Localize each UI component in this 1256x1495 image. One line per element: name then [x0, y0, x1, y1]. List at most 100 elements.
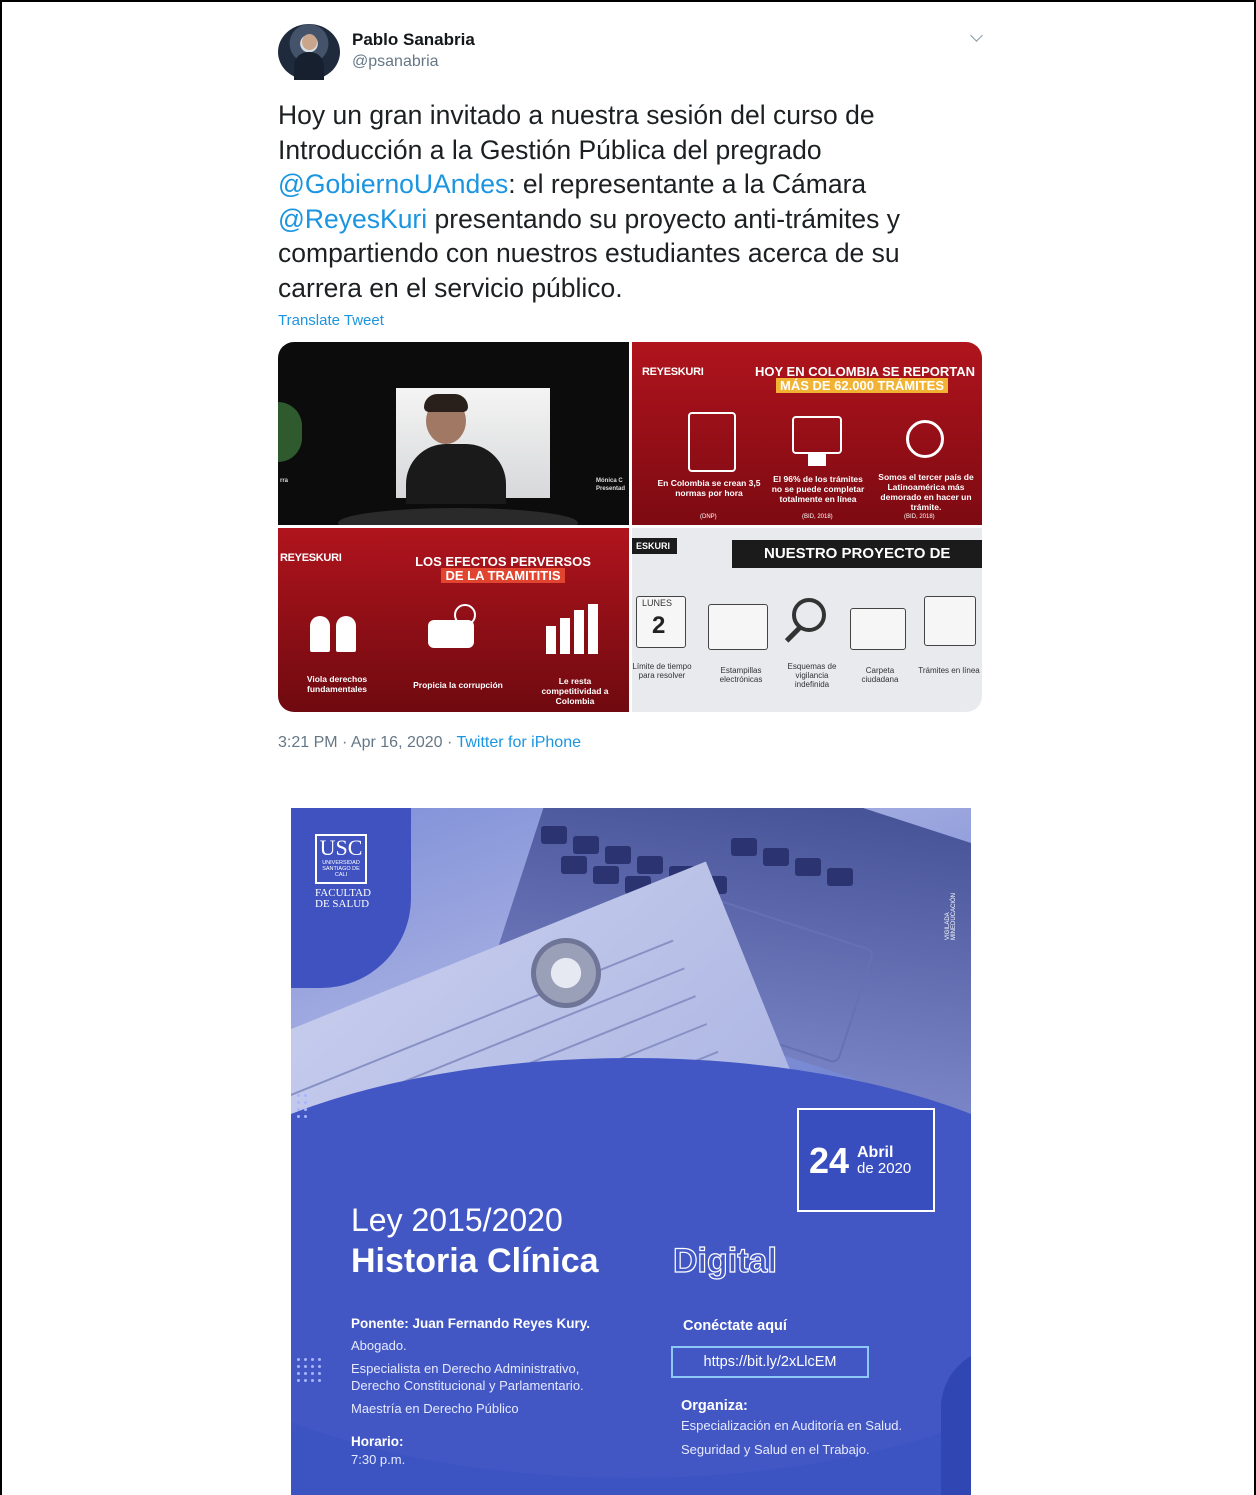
project-item-label: Trámites en línea: [918, 666, 980, 675]
effect-caption: Propicia la corrupción: [413, 680, 503, 690]
project-item-label: Esquemas de vigilancia indefinida: [787, 662, 837, 689]
tweet-source-link[interactable]: Twitter for iPhone: [456, 734, 581, 751]
browser-window-icon: [924, 596, 976, 646]
mention-reyeskuri[interactable]: @ReyesKuri: [278, 204, 427, 234]
desk-shadow: [338, 508, 578, 525]
magnifier-handle: [784, 626, 802, 643]
stamp-wifi-icon: [708, 604, 768, 650]
project-item-label: Límite de tiempo para resolver: [632, 662, 692, 680]
organizer-detail: Especialización en Auditoría en Salud.: [681, 1418, 903, 1433]
calendar-day-number: 2: [652, 612, 666, 639]
slide-headline-highlight: DE LA TRAMITITIS: [428, 568, 578, 583]
slide-headline: LOS EFECTOS PERVERSOS: [415, 554, 591, 569]
keyboard-key: [593, 866, 619, 884]
tweet-meta: 3:21 PM · Apr 16, 2020 · Twitter for iPh…: [278, 734, 581, 752]
bar-chart-icon: [560, 618, 570, 654]
keyboard-key: [827, 868, 853, 886]
event-date: 24 Abril de 2020: [797, 1108, 935, 1212]
event-day: 24: [809, 1140, 850, 1181]
calendar-day-label: LUNES: [642, 598, 673, 608]
person-icon: [336, 616, 356, 652]
connect-label: Conéctate aquí: [683, 1318, 787, 1334]
tweet-text-part: Hoy un gran invitado a nuestra sesión de…: [278, 100, 875, 165]
event-poster: USC UNIVERSIDAD SANTIAGO DE CALI FACULTA…: [291, 808, 971, 1495]
schedule-label: Horario:: [351, 1434, 404, 1449]
stat-caption: Somos el tercer país de Latinoamérica má…: [878, 472, 974, 512]
stat-caption: En Colombia se crean 3,5 normas por hora: [657, 478, 761, 498]
clock-icon: [906, 420, 944, 458]
tweet-text: Hoy un gran invitado a nuestra sesión de…: [278, 98, 978, 306]
media-image-videocall[interactable]: rra Mónica C Presentad: [278, 342, 629, 525]
media-image-slide-tramites[interactable]: REYESKURI HOY EN COLOMBIA SE REPORTAN MÁ…: [632, 342, 982, 525]
side-thumbnail: [278, 402, 302, 462]
author-name[interactable]: Pablo Sanabria: [352, 30, 475, 50]
faculty-line: DE SALUD: [315, 898, 370, 910]
keyboard-key: [763, 848, 789, 866]
bar-chart-icon: [574, 610, 584, 654]
poster-title-outline: Digital: [672, 1241, 777, 1280]
vigilada-label: VIGILADA MINEDUCACIÓN: [945, 892, 957, 940]
stat-source: (DNP): [700, 514, 717, 520]
slide-headline: HOY EN COLOMBIA SE REPORTAN: [754, 364, 976, 379]
stat-caption: El 96% de los trámites no se puede compl…: [771, 474, 865, 504]
stat-source: (BID, 2018): [802, 514, 833, 520]
computer-icon: [792, 416, 842, 454]
media-image-slide-tramititis[interactable]: REYESKURI LOS EFECTOS PERVERSOS DE LA TR…: [278, 528, 629, 712]
video-left-label: rra: [280, 478, 289, 484]
organizer-label: Organiza:: [681, 1398, 748, 1414]
author-handle[interactable]: @psanabria: [352, 53, 439, 71]
project-item-label: Estampillas electrónicas: [719, 666, 763, 684]
law-label: Ley 2015/2020: [351, 1202, 563, 1238]
participant-hair: [424, 394, 468, 412]
slide-headline-highlight: MÁS DE 62.000 TRÁMITES: [772, 378, 952, 393]
tweet-timestamp[interactable]: 3:21 PM · Apr 16, 2020 ·: [278, 734, 456, 751]
speaker-detail: Abogado.: [351, 1338, 407, 1353]
reyeskuri-logo: ESKURI: [632, 538, 677, 554]
video-participant: [396, 388, 550, 504]
usc-logo: USC UNIVERSIDAD SANTIAGO DE CALI: [315, 834, 367, 884]
reyeskuri-logo: REYESKURI: [642, 366, 704, 378]
person-icon: [310, 616, 330, 652]
documents-icon: [688, 412, 736, 472]
event-year: de 2020: [857, 1160, 912, 1177]
effect-caption: Viola derechos fundamentales: [306, 674, 368, 694]
usc-logo-text: USC: [319, 835, 363, 860]
chevron-down-icon[interactable]: [964, 26, 988, 50]
media-image-slide-proyecto[interactable]: ESKURI NUESTRO PROYECTO DE LUNES 2 Límit…: [632, 528, 982, 712]
translate-tweet-link[interactable]: Translate Tweet: [278, 312, 384, 329]
stat-source: (BID, 2018): [904, 514, 935, 520]
keyboard-key: [731, 838, 757, 856]
slide-banner: NUESTRO PROYECTO DE: [732, 540, 982, 568]
coin-icon: [454, 604, 476, 626]
tweet-text-part: : el representante a la Cámara: [508, 169, 867, 200]
organizer-detail: Seguridad y Salud en el Trabajo.: [681, 1442, 870, 1457]
keyboard-key: [561, 856, 587, 874]
keyboard-key: [605, 846, 631, 864]
avatar[interactable]: [278, 24, 340, 80]
reyeskuri-logo: REYESKURI: [280, 552, 342, 564]
effect-caption: Le resta competitividad a Colombia: [541, 676, 609, 706]
video-right-label: Mónica C: [596, 478, 623, 484]
keyboard-key: [795, 858, 821, 876]
computer-stand: [808, 454, 826, 466]
decor-dots: [297, 1094, 307, 1118]
media-grid: rra Mónica C Presentad REYESKURI HOY EN …: [278, 342, 982, 712]
event-link[interactable]: https://bit.ly/2xLlcEM: [671, 1346, 869, 1378]
decor-dots: [297, 1358, 321, 1382]
keyboard-key: [541, 826, 567, 844]
project-item-label: Carpeta ciudadana: [861, 666, 899, 684]
speaker-detail: Especialista en Derecho Administrativo,: [351, 1361, 580, 1376]
avatar-head: [302, 34, 317, 50]
bar-chart-icon: [588, 604, 598, 654]
poster-title: Historia Clínica: [351, 1242, 599, 1280]
participant-body: [406, 444, 506, 504]
avatar-torso: [294, 52, 324, 80]
speaker-detail: Maestría en Derecho Público: [351, 1401, 519, 1416]
faculty-label: FACULTAD DE SALUD: [315, 888, 371, 910]
mention-gobiernouandes[interactable]: @GobiernoUAndes: [278, 169, 508, 199]
usc-logo-subtext: UNIVERSIDAD SANTIAGO DE CALI: [322, 860, 360, 878]
schedule-value: 7:30 p.m.: [351, 1452, 406, 1467]
keyboard-key: [573, 836, 599, 854]
speaker-label: Ponente: Juan Fernando Reyes Kury.: [351, 1316, 591, 1331]
stethoscope-head: [531, 938, 601, 1008]
